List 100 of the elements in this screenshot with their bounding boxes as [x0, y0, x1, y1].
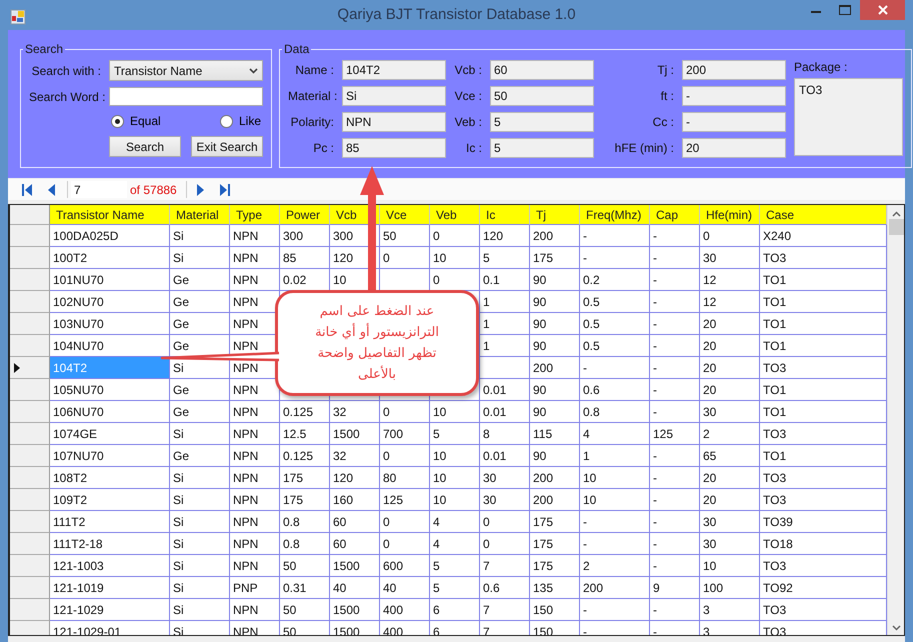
column-header[interactable]: Cap [650, 205, 700, 225]
value-field[interactable]: 200 [682, 60, 786, 80]
table-cell-text: NPN [232, 338, 260, 354]
table-cell-text: NPN [232, 382, 260, 398]
table-cell-text: 3 [702, 602, 711, 618]
column-header[interactable]: Vce [380, 205, 430, 225]
exit-search-button[interactable]: Exit Search [191, 136, 263, 157]
table-cell-text: 0.5 [582, 294, 601, 310]
table-cell-text: 30 [482, 470, 498, 486]
table-cell-text: 300 [282, 228, 304, 244]
table-cell-text: NPN [232, 250, 260, 266]
column-header[interactable]: Material [170, 205, 230, 225]
table-cell-text: 10 [432, 448, 448, 464]
table-cell-text: 0.8 [582, 404, 601, 420]
column-header[interactable]: Hfe(min) [700, 205, 760, 225]
table-cell-text: 175 [282, 492, 304, 508]
search-word-field[interactable] [109, 87, 263, 106]
table-cell-text: TO3 [762, 492, 788, 508]
column-header[interactable]: Freq(Mhz) [580, 205, 650, 225]
value-field[interactable]: NPN [342, 112, 446, 132]
table-cell-text: 0 [432, 228, 441, 244]
column-header[interactable]: Tj [530, 205, 580, 225]
table-cell-text: 90 [532, 448, 548, 464]
table-cell-text: 80 [382, 470, 398, 486]
close-icon [878, 5, 888, 15]
table-cell-text: 12.5 [282, 426, 308, 442]
table-cell-text: 50 [382, 228, 398, 244]
table-cell-text: TO1 [762, 272, 788, 288]
table-cell-text: 0 [382, 448, 391, 464]
value-field[interactable]: 5 [490, 112, 594, 132]
package-field[interactable]: TO3 [794, 78, 903, 156]
scroll-up-icon[interactable] [892, 211, 900, 217]
value-field[interactable]: 50 [490, 86, 594, 106]
table-cell-text: Si [172, 602, 185, 618]
row-header[interactable] [10, 357, 50, 379]
column-header[interactable]: Transistor Name [50, 205, 170, 225]
scroll-down-icon[interactable] [892, 625, 900, 631]
table-cell-text: Ge [172, 294, 190, 310]
scrollbar[interactable] [887, 205, 904, 635]
table-cell-text: 90 [532, 294, 548, 310]
search-button[interactable]: Search [109, 136, 181, 157]
table-cell-text: - [652, 272, 658, 288]
table-cell-text: - [652, 250, 658, 266]
search-with-dropdown[interactable]: Transistor Name [109, 60, 263, 81]
table-cell-text: NPN [232, 448, 260, 464]
table-cell-text: 6 [432, 602, 441, 618]
column-header[interactable]: Type [230, 205, 280, 225]
table-cell-text: 0.125 [282, 404, 314, 420]
table-cell-text: TO3 [762, 558, 788, 574]
table-cell-text: 0.2 [582, 272, 601, 288]
value-field[interactable]: - [682, 86, 786, 106]
table-cell-text: NPN [232, 470, 260, 486]
table-cell-text: 90 [532, 338, 548, 354]
table-cell-text: - [652, 360, 658, 376]
table-cell-text: 0.01 [482, 382, 508, 398]
table-cell-text: 135 [532, 580, 554, 596]
value-field[interactable]: 85 [342, 138, 446, 158]
radio-button[interactable] [220, 114, 233, 128]
close-button[interactable] [860, 0, 905, 20]
value-field[interactable]: 60 [490, 60, 594, 80]
table-cell-text: 0.02 [282, 272, 308, 288]
table-cell-text: 30 [702, 514, 718, 530]
value-field[interactable]: 20 [682, 138, 786, 158]
value-field[interactable]: Si [342, 86, 446, 106]
table-cell-text: 121-1003 [52, 558, 105, 574]
table-cell-text: Ge [172, 338, 190, 354]
table-cell-text: 0 [382, 514, 391, 530]
table-cell-text: 150 [532, 602, 554, 618]
table-cell-text: 175 [532, 558, 554, 574]
table-cell-text: 20 [702, 316, 718, 332]
table-cell-text: 120 [482, 228, 504, 244]
table-cell-text: - [652, 470, 658, 486]
table-cell-text: 1500 [332, 558, 361, 574]
table-cell-text: 115 [532, 426, 554, 442]
scroll-thumb[interactable] [888, 219, 904, 235]
position-field[interactable]: 7 [71, 181, 127, 198]
table-cell-text: 20 [702, 338, 718, 354]
table-cell-text: - [652, 448, 658, 464]
table-cell-text: 0.6 [582, 382, 601, 398]
table-cell-text: - [652, 294, 658, 310]
column-header[interactable]: Case [760, 205, 887, 225]
column-header[interactable]: Ic [480, 205, 530, 225]
table-cell-text: 10 [702, 558, 718, 574]
value-field[interactable]: 104T2 [342, 60, 446, 80]
radio-button[interactable] [111, 114, 124, 128]
table-cell-text: 175 [532, 514, 554, 530]
table-cell-text: 0 [432, 272, 441, 288]
value-field[interactable]: 5 [490, 138, 594, 158]
value-field[interactable]: - [682, 112, 786, 132]
field-label: Pc : [312, 141, 335, 155]
table-cell-text: 103NU70 [52, 316, 105, 332]
column-header[interactable]: Veb [430, 205, 480, 225]
callout: عند الضغط على اسم الترانزيستور أو أي خانة تظهر التفاصيل واضحة بالأعلى [275, 290, 479, 396]
table-cell-text: 100T2 [52, 250, 88, 266]
maximize-icon [838, 5, 850, 15]
table-cell-text: 32 [332, 404, 348, 420]
table-cell-text: 9 [652, 580, 661, 596]
table-cell-text: - [652, 624, 658, 635]
table-cell-text: 60 [332, 536, 348, 552]
column-header[interactable]: Power [280, 205, 330, 225]
